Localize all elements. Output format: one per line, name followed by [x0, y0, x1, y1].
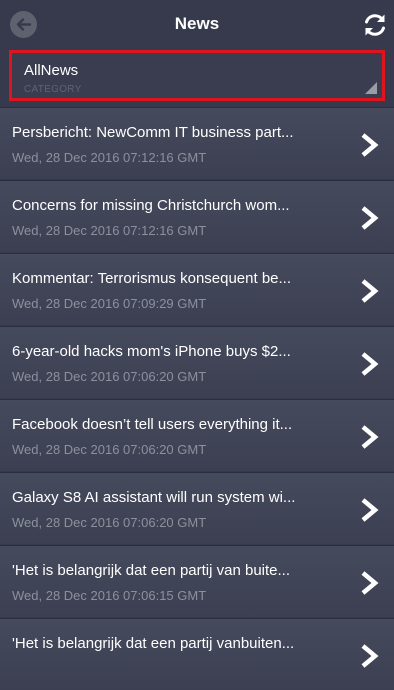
news-item[interactable]: Concerns for missing Christchurch wom...…	[0, 180, 394, 252]
chevron-right-icon	[361, 352, 379, 376]
news-title: Concerns for missing Christchurch wom...	[12, 197, 290, 214]
news-date: Wed, 28 Dec 2016 07:12:16 GMT	[12, 150, 207, 165]
news-title: 'Het is belangrijk dat een partij vanbui…	[12, 635, 295, 652]
news-item[interactable]: Persbericht: NewComm IT business part...…	[0, 107, 394, 179]
news-date: Wed, 28 Dec 2016 07:06:20 GMT	[12, 442, 207, 457]
news-item[interactable]: 6-year-old hacks mom's iPhone buys $2...…	[0, 326, 394, 398]
chevron-right-icon	[361, 498, 379, 522]
chevron-right-icon	[361, 133, 379, 157]
news-list: Persbericht: NewComm IT business part...…	[0, 107, 394, 690]
news-date: Wed, 28 Dec 2016 07:09:29 GMT	[12, 296, 207, 311]
chevron-right-icon	[361, 425, 379, 449]
news-item[interactable]: Kommentar: Terrorismus konsequent be... …	[0, 253, 394, 325]
refresh-button[interactable]	[360, 10, 390, 40]
chevron-right-icon	[361, 206, 379, 230]
category-value: AllNews	[24, 62, 79, 79]
refresh-icon	[365, 14, 385, 36]
news-title: Galaxy S8 AI assistant will run system w…	[12, 489, 296, 506]
dropdown-triangle-icon	[365, 82, 377, 94]
news-title: 6-year-old hacks mom's iPhone buys $2...	[12, 343, 291, 360]
app-header: News	[0, 0, 394, 48]
page-title: News	[174, 14, 220, 33]
news-date: Wed, 28 Dec 2016 07:06:15 GMT	[12, 588, 207, 603]
news-title: 'Het is belangrijk dat een partij van bu…	[12, 562, 291, 579]
category-dropdown[interactable]: AllNews CATEGORY	[9, 50, 385, 101]
news-item[interactable]: 'Het is belangrijk dat een partij van bu…	[0, 545, 394, 617]
category-label: CATEGORY	[24, 84, 82, 95]
chevron-right-icon	[361, 279, 379, 303]
news-title: Persbericht: NewComm IT business part...	[12, 124, 294, 141]
news-date: Wed, 28 Dec 2016 07:06:20 GMT	[12, 515, 207, 530]
news-item[interactable]: 'Het is belangrijk dat een partij vanbui…	[0, 618, 394, 690]
news-item[interactable]: Galaxy S8 AI assistant will run system w…	[0, 472, 394, 544]
news-date: Wed, 28 Dec 2016 07:12:16 GMT	[12, 223, 207, 238]
chevron-right-icon	[361, 644, 379, 668]
news-item[interactable]: Facebook doesn’t tell users everything i…	[0, 399, 394, 471]
chevron-right-icon	[361, 571, 379, 595]
news-title: Facebook doesn’t tell users everything i…	[12, 416, 293, 433]
news-title: Kommentar: Terrorismus konsequent be...	[12, 270, 292, 287]
news-date: Wed, 28 Dec 2016 07:06:20 GMT	[12, 369, 207, 384]
